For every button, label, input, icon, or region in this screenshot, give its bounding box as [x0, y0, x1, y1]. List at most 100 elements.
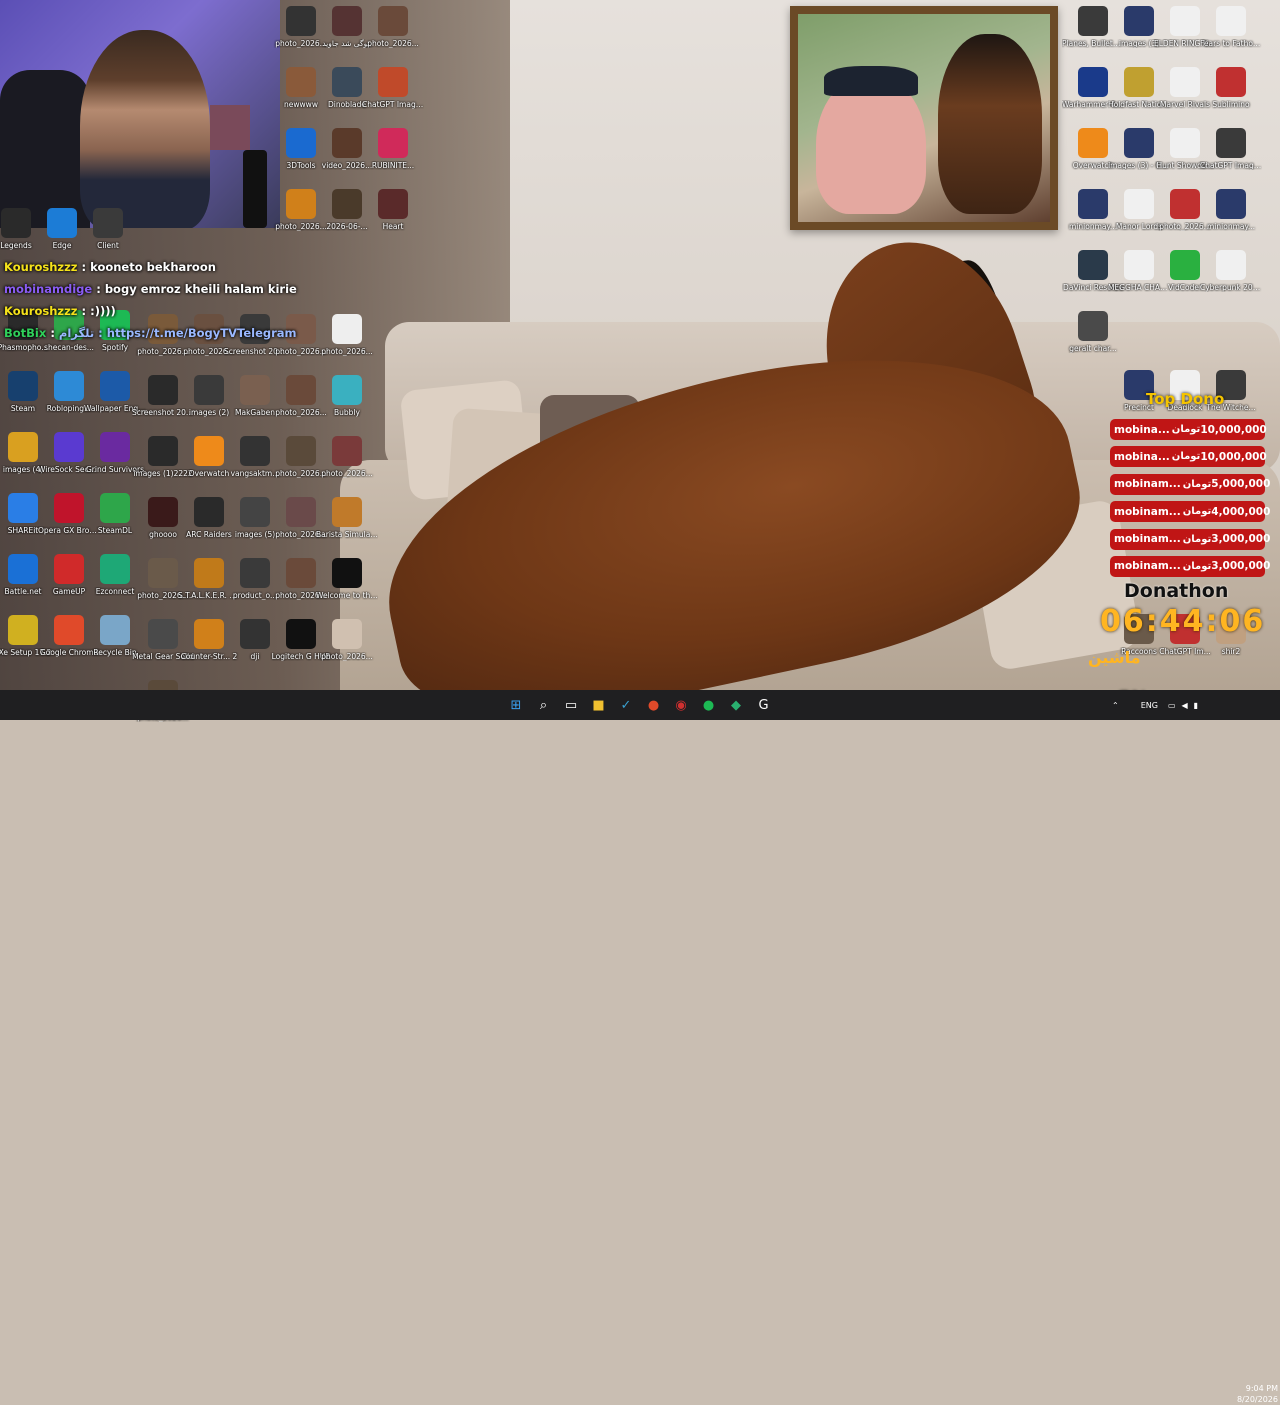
video-icon	[332, 128, 362, 158]
image-icon	[286, 67, 316, 97]
image-icon	[1078, 311, 1108, 341]
desktop-icon-label: Welcome to the Game II	[316, 591, 378, 600]
image-icon	[148, 436, 178, 466]
file-icon	[1216, 6, 1246, 36]
app-button-2[interactable]: ◉	[669, 693, 693, 717]
wall-picture-frame	[790, 6, 1058, 230]
image-icon	[332, 6, 362, 36]
counter-strike-icon	[194, 619, 224, 649]
image-icon	[1216, 128, 1246, 158]
battery-icon[interactable]: ▮	[1194, 701, 1198, 710]
game-icon	[332, 497, 362, 527]
donation-row: mobina... تومان 10,000,000	[1110, 446, 1267, 468]
desktop-icon[interactable]: Barista Simulator	[316, 497, 378, 539]
app-icon	[93, 208, 123, 238]
game-icon	[1124, 67, 1154, 97]
donation-currency: تومان	[1171, 451, 1201, 463]
clock-time: 9:04 PM	[1245, 1384, 1278, 1393]
picture-pig-hat	[824, 66, 918, 96]
image-icon	[332, 619, 362, 649]
donation-row: mobinam... تومان 3,000,000	[1110, 555, 1270, 577]
desktop-icon[interactable]: Welcome to the Game II	[316, 558, 378, 600]
image-icon	[194, 375, 224, 405]
taskbar-clock[interactable]: 9:04 PM 8/20/2026	[1222, 1383, 1278, 1405]
game-icon	[332, 558, 362, 588]
chat-message: BotBix : تلگرام : https://t.me/BogyTVTel…	[4, 322, 324, 344]
spotify-button[interactable]: ●	[697, 693, 721, 717]
desktop-icon[interactable]: photo_2026...	[316, 619, 378, 661]
desktop-icon[interactable]: Sublimino	[1200, 67, 1262, 109]
donation-amount: 4,000,000	[1211, 505, 1271, 518]
donation-currency: تومان	[1182, 560, 1212, 572]
image-icon	[286, 436, 316, 466]
chat-username: Kouroshzzz	[4, 304, 78, 318]
language-indicator[interactable]: ENG	[1141, 701, 1158, 710]
app-button-4[interactable]: G	[752, 693, 776, 717]
desktop-icon-label: photo_2026...	[367, 39, 419, 48]
image-icon	[1124, 6, 1154, 36]
chrome-button[interactable]: ●	[642, 693, 666, 717]
chat-message: Kouroshzzz : kooneto bekharoon	[4, 256, 324, 278]
desktop-icon[interactable]: Bubbly	[316, 375, 378, 417]
app-button-3[interactable]: ◆	[724, 693, 748, 717]
donor-name: mobinam...	[1114, 505, 1181, 518]
game-icon	[148, 619, 178, 649]
desktop-icon[interactable]: Cyberpunk 2077	[1200, 250, 1262, 292]
donation-row: mobina... تومان 10,000,000	[1110, 419, 1267, 440]
chevron-up-icon[interactable]: ⌃	[1112, 701, 1119, 710]
donathon-timer: 06:44:06	[1100, 604, 1266, 639]
network-icon[interactable]: ▭	[1168, 701, 1176, 710]
desktop-icon-label: Fears to Fathom - Sc...	[1200, 39, 1262, 48]
image-icon	[148, 375, 178, 405]
image-icon	[332, 314, 362, 344]
file-icon	[1124, 250, 1154, 280]
donor-name: mobina...	[1114, 423, 1170, 436]
desktop-icon-label: Bubbly	[334, 408, 360, 417]
chat-username: Kouroshzzz	[4, 260, 78, 274]
file-icon	[1170, 128, 1200, 158]
image-icon	[378, 6, 408, 36]
task-view-icon: ▭	[564, 697, 578, 713]
desktop-icon[interactable]: Client	[77, 208, 139, 250]
app-button-1[interactable]: ✓	[614, 693, 638, 717]
app-icon: G	[758, 697, 769, 713]
desktop-icon[interactable]: RUBINITE...	[362, 128, 424, 170]
browser-icon	[47, 208, 77, 238]
file-icon	[1170, 67, 1200, 97]
chat-message: Kouroshzzz : :))))	[4, 300, 324, 322]
desktop-icon[interactable]: photo_2026...	[316, 436, 378, 478]
game-icon	[100, 432, 130, 462]
desktop-icon[interactable]: ChatGPT Image Aug...	[362, 67, 424, 109]
desktop-icon-label: photo_2026...	[321, 469, 373, 478]
desktop-icon[interactable]: ChatGPT Image Jun...	[1200, 128, 1262, 170]
chat-separator: :	[81, 260, 91, 274]
donor-name: mobina...	[1114, 450, 1170, 463]
donation-amount: 10,000,000	[1200, 450, 1267, 463]
file-explorer-button[interactable]: ■	[587, 693, 611, 717]
search-icon: ⌕	[539, 697, 548, 713]
desktop-icon[interactable]: minionmay...	[1200, 189, 1262, 231]
task-view-button[interactable]: ▭	[559, 693, 583, 717]
donathon-subtitle: ماشین	[1088, 648, 1141, 667]
donation-currency: تومان	[1182, 506, 1212, 518]
desktop-icon[interactable]: photo_2026...	[316, 314, 378, 356]
battlenet-icon	[8, 554, 38, 584]
desktop-icon[interactable]: photo_2026...	[362, 6, 424, 48]
desktop-icon[interactable]: Heart	[362, 189, 424, 231]
chat-separator: :	[50, 326, 59, 340]
desktop-icon[interactable]: Fears to Fathom - Sc...	[1200, 6, 1262, 48]
donation-amount: 3,000,000	[1211, 533, 1271, 546]
music-icon: ●	[702, 697, 715, 713]
image-icon	[1124, 128, 1154, 158]
webcam-overlay	[0, 0, 280, 228]
app-icon	[54, 371, 84, 401]
desktop-icon-label: Barista Simulator	[316, 530, 378, 539]
game-icon	[54, 554, 84, 584]
volume-icon[interactable]: ◀	[1182, 701, 1188, 710]
search-button[interactable]: ⌕	[532, 693, 556, 717]
donor-name: mobinam...	[1114, 560, 1181, 573]
desktop-icon[interactable]: geralt char...	[1062, 311, 1124, 353]
start-button[interactable]: ⊞	[504, 693, 528, 717]
donation-row: mobinam... تومان 4,000,000	[1110, 501, 1270, 523]
top-dono-title: Top Dono	[1146, 390, 1225, 408]
